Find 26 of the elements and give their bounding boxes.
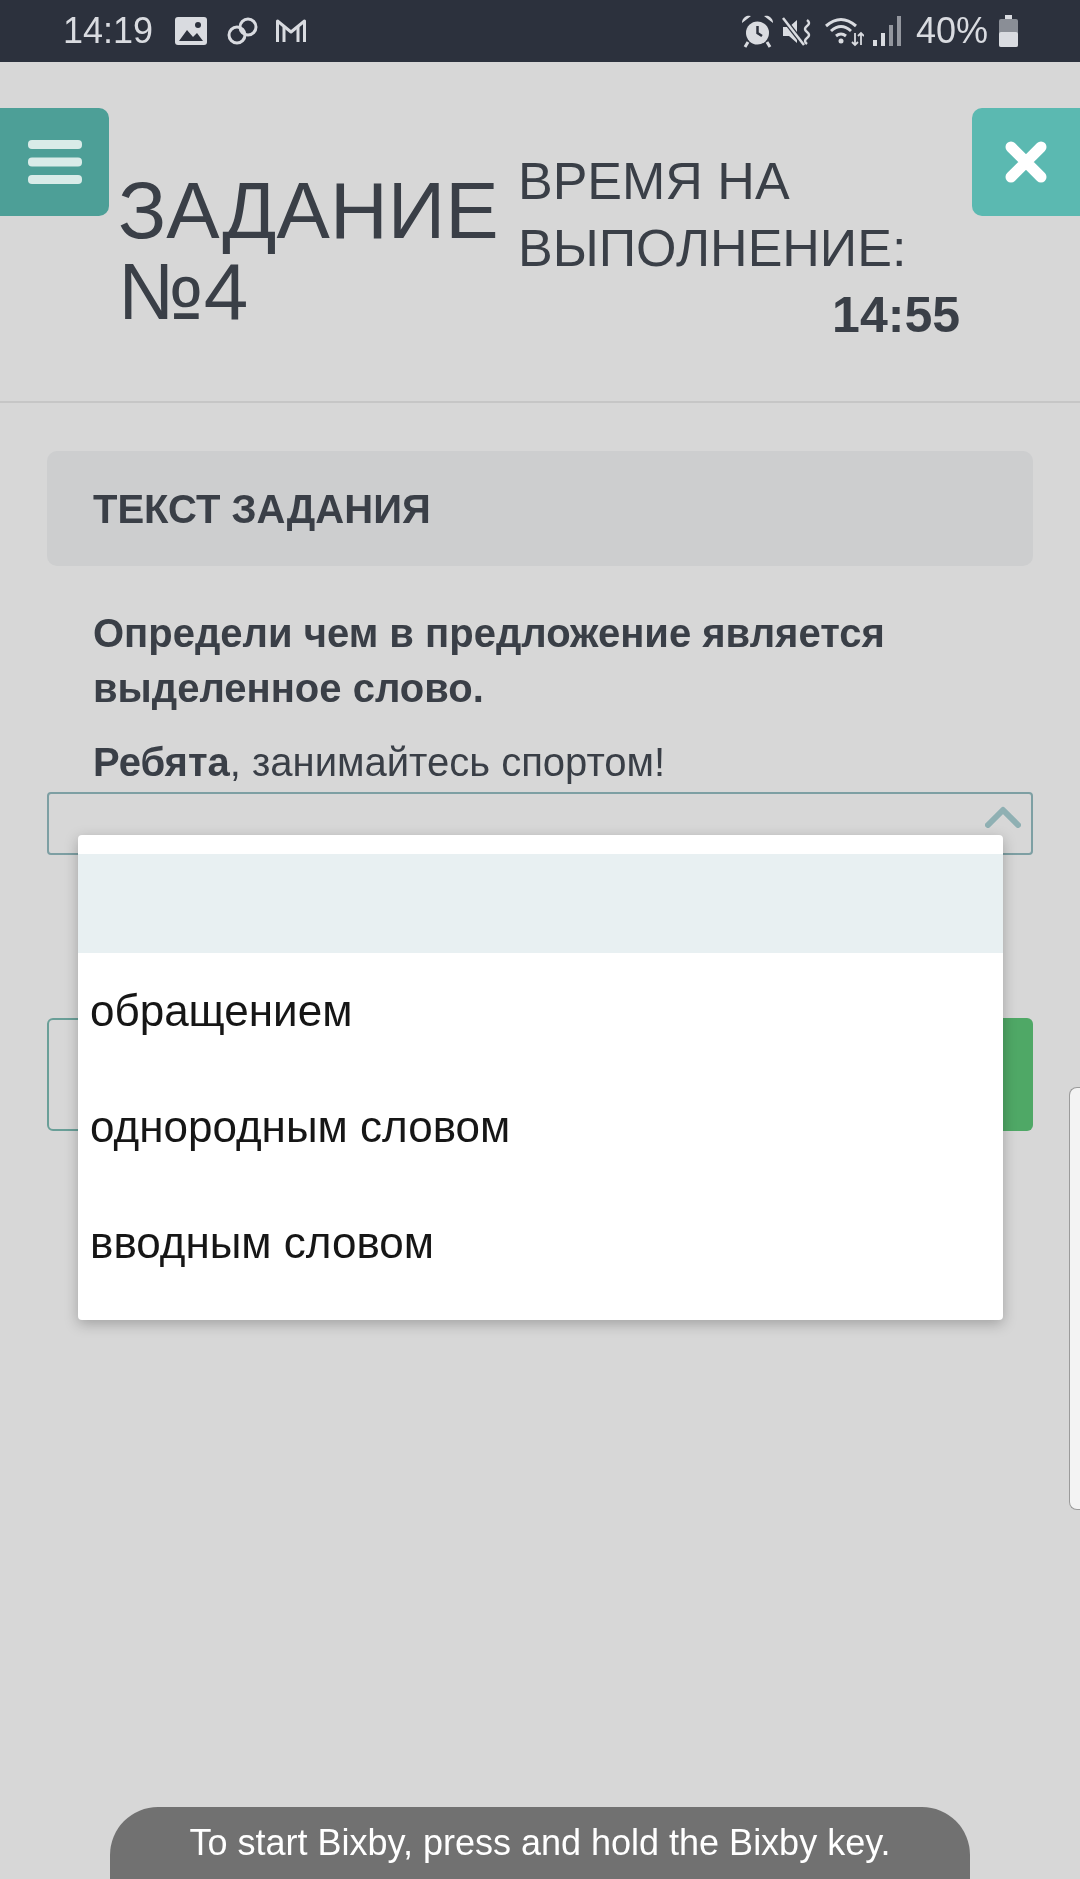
task-title: ЗАДАНИЕ №4	[118, 170, 500, 332]
dropdown-option[interactable]: вводным словом	[78, 1185, 1003, 1301]
close-icon	[1005, 141, 1047, 183]
battery-percent: 40%	[915, 11, 988, 51]
link-icon	[226, 16, 260, 46]
question-text: Определи чем в предложение является выделенное слово.	[93, 610, 886, 712]
status-time: 14:19	[63, 11, 154, 51]
dropdown-option[interactable]: однородным словом	[78, 1069, 1003, 1185]
edge-panel-handle[interactable]	[1069, 1087, 1080, 1510]
dropdown-option[interactable]: обращением	[78, 953, 1003, 1069]
mail-icon	[275, 18, 308, 44]
close-button[interactable]	[972, 108, 1080, 216]
task-heading: ТЕКСТ ЗАДАНИЯ	[93, 485, 431, 533]
wifi-icon	[823, 15, 864, 47]
signal-icon	[872, 16, 902, 46]
alarm-icon	[739, 14, 775, 48]
vibrate-mute-icon	[779, 14, 813, 48]
timer-value: 14:55	[832, 287, 960, 343]
chevron-icon	[985, 806, 1021, 828]
menu-icon	[27, 140, 82, 184]
battery-icon	[999, 15, 1018, 47]
toast-message: To start Bixby, press and hold the Bixby key.	[189, 1821, 891, 1865]
timer-label: ВРЕМЯ НА ВЫПОЛНЕНИЕ:	[518, 151, 908, 279]
menu-button[interactable]	[0, 108, 109, 216]
example-sentence: Ребята, занимайтесь спортом!	[93, 739, 667, 786]
image-icon	[175, 17, 208, 45]
